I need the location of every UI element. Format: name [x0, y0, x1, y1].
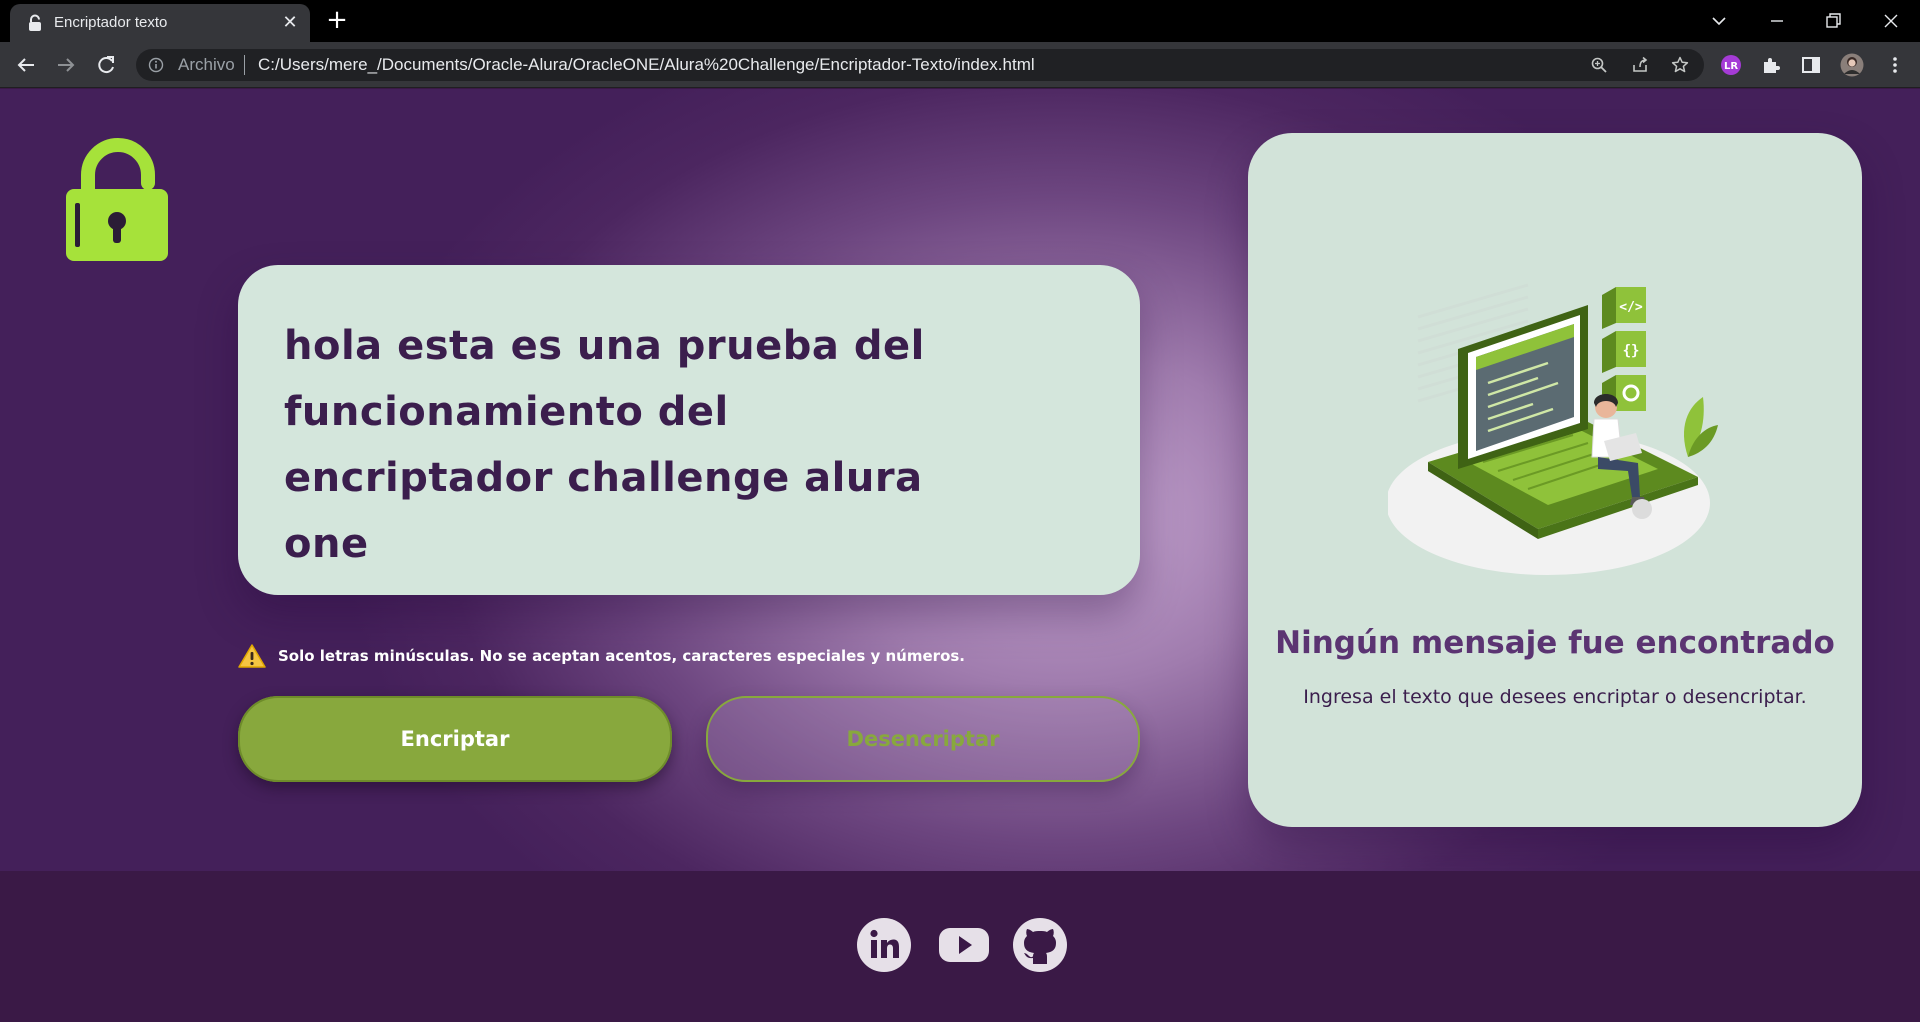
- url-scheme-label: Archivo: [178, 55, 235, 74]
- github-icon[interactable]: [1012, 917, 1068, 973]
- warning-icon: [238, 644, 266, 668]
- url-text[interactable]: C:/Users/mere_/Documents/Oracle-Alura/Or…: [258, 55, 1035, 75]
- share-icon[interactable]: [1631, 56, 1649, 74]
- youtube-icon[interactable]: [936, 917, 992, 973]
- padlock-logo-icon: [66, 138, 168, 261]
- svg-text:{}: {}: [1623, 343, 1640, 359]
- output-panel: </> {} Ningún mensaje fue encontrado Ing…: [1248, 133, 1862, 827]
- decrypt-button[interactable]: Desencriptar: [706, 696, 1140, 782]
- menu-kebab-icon[interactable]: [1884, 54, 1906, 76]
- restore-icon[interactable]: [1818, 6, 1848, 36]
- window-close-icon[interactable]: [1876, 6, 1906, 36]
- output-title: Ningún mensaje fue encontrado: [1275, 625, 1835, 661]
- text-input-area[interactable]: hola esta es una prueba del funcionamien…: [238, 265, 1140, 595]
- extension-lr-icon[interactable]: LR: [1720, 54, 1742, 76]
- footer: [0, 871, 1920, 1022]
- output-subtitle: Ingresa el texto que desees encriptar o …: [1303, 686, 1807, 708]
- url-separator: [244, 55, 245, 75]
- bookmark-star-icon[interactable]: [1671, 56, 1689, 74]
- svg-text:LR: LR: [1724, 61, 1738, 72]
- info-icon[interactable]: [148, 57, 164, 73]
- tab-close-icon[interactable]: ✕: [280, 13, 300, 33]
- laptop-coder-illustration: </> {}: [1388, 283, 1718, 575]
- tab-title: Encriptador texto: [54, 14, 168, 31]
- forward-arrow-icon[interactable]: [52, 51, 80, 79]
- back-arrow-icon[interactable]: [12, 51, 40, 79]
- svg-text:</>: </>: [1619, 300, 1643, 315]
- side-panel-icon[interactable]: [1800, 54, 1822, 76]
- input-text-value[interactable]: hola esta es una prueba del funcionamien…: [284, 313, 964, 577]
- lock-icon: [29, 14, 41, 31]
- new-tab-button[interactable]: +: [324, 7, 350, 34]
- extensions-puzzle-icon[interactable]: [1760, 54, 1782, 76]
- browser-tab[interactable]: Encriptador texto ✕: [10, 4, 310, 42]
- warning-text: Solo letras minúsculas. No se aceptan ac…: [278, 647, 965, 665]
- reload-icon[interactable]: [92, 51, 120, 79]
- encrypt-button[interactable]: Encriptar: [238, 696, 672, 782]
- tab-search-icon[interactable]: [1704, 6, 1734, 36]
- linkedin-icon[interactable]: [856, 917, 912, 973]
- address-bar[interactable]: Archivo C:/Users/mere_/Documents/Oracle-…: [136, 49, 1704, 81]
- browser-tab-bar: Encriptador texto ✕ +: [0, 0, 1920, 42]
- minimize-icon[interactable]: [1762, 6, 1792, 36]
- page-main: hola esta es una prueba del funcionamien…: [0, 89, 1920, 871]
- zoom-icon[interactable]: [1590, 56, 1608, 74]
- browser-toolbar: Archivo C:/Users/mere_/Documents/Oracle-…: [0, 42, 1920, 88]
- profile-avatar-icon[interactable]: [1840, 53, 1864, 77]
